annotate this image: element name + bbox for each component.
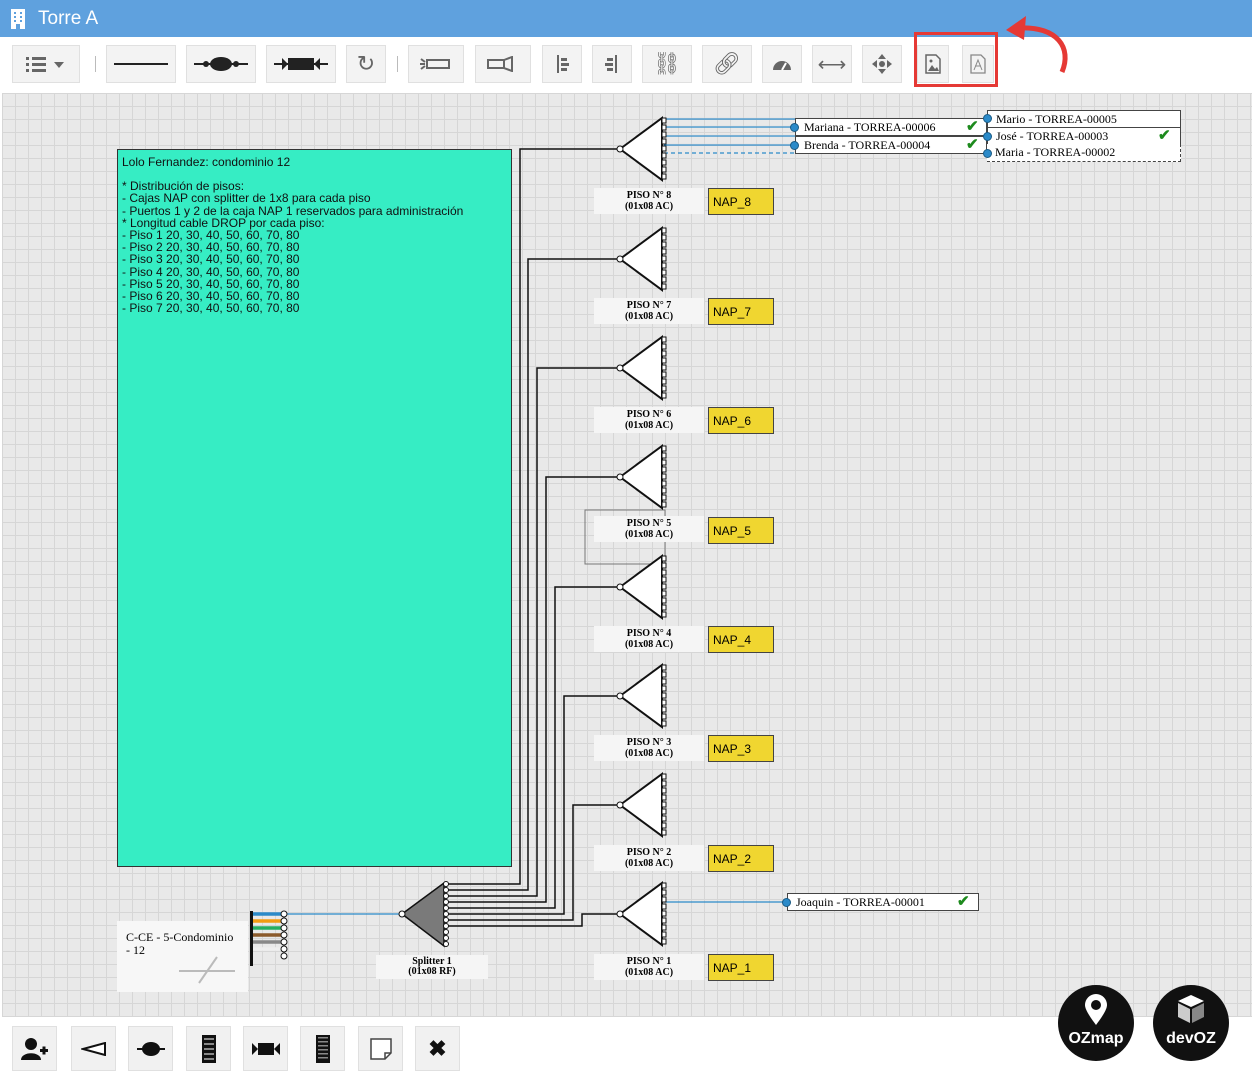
ozmap-text: OZmap bbox=[1068, 1030, 1124, 1047]
add-fusion-button[interactable] bbox=[128, 1026, 173, 1071]
floor-splitter[interactable] bbox=[616, 772, 667, 838]
floor-splitter-label: PISO N° 7 (01x08 AC) bbox=[594, 298, 704, 324]
check-icon: ✔ bbox=[1158, 127, 1171, 144]
client-box[interactable]: José - TORREA-00003 bbox=[987, 127, 1181, 145]
main-splitter[interactable] bbox=[398, 881, 449, 948]
devoz-logo: devOZ bbox=[1153, 985, 1229, 1061]
fusion-icon bbox=[136, 1041, 165, 1056]
floor-splitter[interactable] bbox=[616, 881, 667, 947]
box-icon bbox=[1178, 995, 1204, 1023]
add-dio-button[interactable] bbox=[186, 1026, 231, 1071]
nap-box[interactable]: NAP_4 bbox=[708, 626, 774, 653]
note-line: - Piso 7 20, 30, 40, 50, 60, 70, 80 bbox=[122, 301, 300, 316]
note-line: - Puertos 1 y 2 de la caja NAP 1 reserva… bbox=[122, 203, 464, 218]
cable-label: C-CE - 5-Condominio - 12 bbox=[126, 930, 234, 957]
floor-splitter[interactable] bbox=[616, 226, 667, 292]
nap-box[interactable]: NAP_6 bbox=[708, 407, 774, 434]
splitter-icon bbox=[80, 1041, 106, 1056]
floor-splitter[interactable] bbox=[616, 444, 667, 510]
connection-dot bbox=[983, 114, 992, 123]
nap-box[interactable]: NAP_3 bbox=[708, 735, 774, 762]
check-icon: ✔ bbox=[966, 136, 979, 153]
floor-splitter-label: PISO N° 5 (01x08 AC) bbox=[594, 516, 704, 542]
note-icon bbox=[369, 1037, 392, 1060]
note-line: - Piso 3 20, 30, 40, 50, 60, 70, 80 bbox=[122, 252, 300, 267]
add-splitter-button[interactable] bbox=[71, 1026, 116, 1071]
note-box[interactable]: Lolo Fernandez: condominio 12 * Distribu… bbox=[117, 149, 512, 867]
switch-icon bbox=[315, 1034, 330, 1063]
client-box[interactable]: Mario - TORREA-00005 bbox=[987, 110, 1181, 128]
nap-box[interactable]: NAP_1 bbox=[708, 954, 774, 981]
floor-splitter-label: PISO N° 4 (01x08 AC) bbox=[594, 626, 704, 652]
add-switch-button[interactable] bbox=[300, 1026, 345, 1071]
nap-box[interactable]: NAP_5 bbox=[708, 517, 774, 544]
floor-splitter[interactable] bbox=[616, 116, 667, 182]
add-connector-button[interactable] bbox=[243, 1026, 288, 1071]
floor-splitter-label: PISO N° 2 (01x08 AC) bbox=[594, 845, 704, 871]
floor-splitter-label: PISO N° 8 (01x08 AC) bbox=[594, 188, 704, 214]
check-icon: ✔ bbox=[966, 118, 979, 135]
connector-icon bbox=[251, 1042, 280, 1055]
floor-splitter[interactable] bbox=[616, 663, 667, 729]
floor-splitter[interactable] bbox=[616, 335, 667, 401]
floor-splitter-label: PISO N° 6 (01x08 AC) bbox=[594, 407, 704, 433]
note-title: Lolo Fernandez: condominio 12 bbox=[122, 155, 291, 169]
floor-splitter-label: PISO N° 3 (01x08 AC) bbox=[594, 735, 704, 761]
floor-splitter-label: PISO N° 1 (01x08 AC) bbox=[594, 954, 704, 980]
client-box[interactable]: Brenda - TORREA-00004 bbox=[795, 136, 987, 154]
add-note-button[interactable] bbox=[358, 1026, 403, 1071]
nap-box[interactable]: NAP_8 bbox=[708, 188, 774, 215]
add-client-button[interactable] bbox=[12, 1026, 57, 1071]
client-box[interactable]: Mariana - TORREA-00006 bbox=[795, 118, 987, 136]
note-line: - Piso 4 20, 30, 40, 50, 60, 70, 80 bbox=[122, 264, 300, 279]
client-box[interactable]: Maria - TORREA-00002 bbox=[987, 144, 1181, 162]
connection-dot bbox=[790, 141, 799, 150]
map-pin-icon bbox=[1085, 994, 1107, 1025]
nap-box[interactable]: NAP_2 bbox=[708, 845, 774, 872]
connection-dot bbox=[983, 149, 992, 158]
close-icon: ✖ bbox=[428, 1035, 447, 1061]
connection-dot bbox=[983, 132, 992, 141]
note-line: - Cajas NAP con splitter de 1x8 para cad… bbox=[122, 191, 371, 206]
floor-splitter[interactable] bbox=[616, 554, 667, 620]
nap-box[interactable]: NAP_7 bbox=[708, 298, 774, 325]
connection-dot bbox=[790, 123, 799, 132]
cable-icon bbox=[179, 956, 235, 984]
devoz-text: devOZ bbox=[1166, 1030, 1216, 1047]
delete-button[interactable]: ✖ bbox=[415, 1026, 460, 1071]
dio-icon bbox=[201, 1034, 216, 1063]
check-icon: ✔ bbox=[957, 893, 970, 910]
connection-dot bbox=[782, 898, 791, 907]
add-user-icon bbox=[20, 1037, 48, 1060]
splitter-label: Splitter 1 (01x08 RF) bbox=[376, 955, 488, 979]
ozmap-logo: OZmap bbox=[1058, 985, 1134, 1061]
cable-fibers[interactable] bbox=[250, 910, 288, 966]
cable-box[interactable]: C-CE - 5-Condominio - 12 bbox=[117, 921, 248, 992]
client-box[interactable]: Joaquin - TORREA-00001 bbox=[787, 893, 979, 911]
